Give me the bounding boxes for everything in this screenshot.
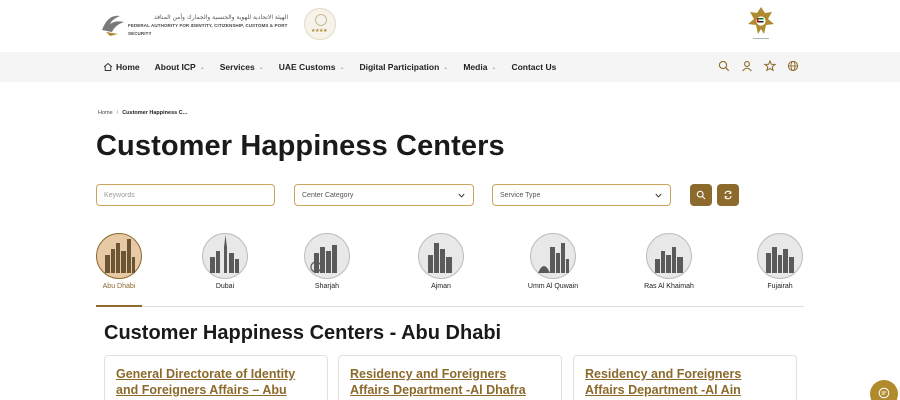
refresh-icon xyxy=(724,190,732,200)
brand-name-english: FEDERAL AUTHORITY FOR IDENTITY, CITIZENS… xyxy=(128,23,288,36)
brand-name: الهيئة الاتحادية للهوية والجنسية والجمار… xyxy=(128,14,288,38)
keywords-input[interactable] xyxy=(104,191,274,199)
reset-button[interactable] xyxy=(717,184,739,206)
main-nav: Home About ICP ⌄ Services ⌄ UAE Customs … xyxy=(0,52,900,82)
city-label: Ras Al Khaimah xyxy=(644,283,694,290)
brand-name-arabic: الهيئة الاتحادية للهوية والجنسية والجمار… xyxy=(154,14,288,21)
home-icon xyxy=(103,62,113,71)
city-tab-sharjah[interactable]: Sharjah xyxy=(287,233,367,290)
keywords-field xyxy=(96,184,275,206)
chevron-down-icon xyxy=(458,193,465,198)
globe-icon[interactable] xyxy=(787,60,799,72)
search-icon[interactable] xyxy=(718,60,730,72)
nav-item-label: About ICP xyxy=(154,62,196,72)
dubai-skyline-icon xyxy=(202,233,248,279)
chevron-down-icon: ⌄ xyxy=(258,64,264,71)
center-category-value: Center Category xyxy=(302,191,354,199)
page-title: Customer Happiness Centers xyxy=(96,130,505,162)
star-icon[interactable] xyxy=(764,60,776,72)
center-card-title-line: Residency and Foreigners xyxy=(585,367,742,381)
nav-item-label: Services xyxy=(219,62,255,72)
nav-item-about-icp[interactable]: About ICP ⌄ xyxy=(155,62,205,72)
city-tab-ajman[interactable]: Ajman xyxy=(401,233,481,290)
center-card-title-line: Residency and Foreigners xyxy=(350,367,507,381)
city-label: Dubai xyxy=(215,283,235,290)
city-tab-abu-dhabi[interactable]: Abu Dhabi xyxy=(79,233,159,290)
ajman-skyline-icon xyxy=(418,233,464,279)
chevron-down-icon: ⌄ xyxy=(339,64,345,71)
fujairah-skyline-icon xyxy=(757,233,803,279)
service-type-value: Service Type xyxy=(500,191,541,199)
nav-item-media[interactable]: Media ⌄ xyxy=(463,62,496,72)
rating-badge: ★★★★ xyxy=(304,8,336,40)
center-card-title[interactable]: Residency and Foreigners Affairs Departm… xyxy=(350,366,550,398)
breadcrumb-separator: / xyxy=(116,110,119,116)
breadcrumb-home[interactable]: Home xyxy=(98,110,113,116)
city-label: Fujairah xyxy=(767,283,793,290)
center-card-title-line: General Directorate of Identity xyxy=(116,367,296,381)
chevron-down-icon: ⌄ xyxy=(491,64,497,71)
uae-emblem-icon xyxy=(748,7,774,39)
chat-icon xyxy=(878,387,890,399)
center-card-title-line: and Foreigners Affairs – Abu xyxy=(116,383,287,397)
search-button[interactable] xyxy=(690,184,712,206)
nav-item-label: Home xyxy=(116,62,140,72)
umm-al-quwain-skyline-icon xyxy=(530,233,576,279)
city-tab-ras-al-khaimah[interactable]: Ras Al Khaimah xyxy=(629,233,709,290)
section-title: Customer Happiness Centers - Abu Dhabi xyxy=(104,322,502,344)
brand-bar: الهيئة الاتحادية للهوية والجنسية والجمار… xyxy=(0,0,900,52)
nav-item-label: UAE Customs xyxy=(278,62,336,72)
city-label: Ajman xyxy=(431,283,451,290)
abu-dhabi-skyline-icon xyxy=(96,233,142,279)
center-card-title-line: Affairs Department -Al Dhafra xyxy=(350,383,526,397)
chevron-down-icon xyxy=(655,193,662,198)
city-label: Abu Dhabi xyxy=(102,283,136,290)
nav-item-label: Contact Us xyxy=(511,62,557,72)
center-card-title-line: Affairs Department -Al Ain xyxy=(585,383,741,397)
chat-button[interactable] xyxy=(870,380,898,400)
city-label: Umm Al Quwain xyxy=(527,283,579,290)
center-card[interactable]: Residency and Foreigners Affairs Departm… xyxy=(573,355,797,400)
rating-seal-icon xyxy=(315,14,327,26)
city-tab-dubai[interactable]: Dubai xyxy=(185,233,265,290)
nav-item-label: Media xyxy=(463,62,488,72)
city-tabs: Abu Dhabi Dubai Sharjah Ajman Umm Al Quw… xyxy=(96,233,804,307)
ras-al-khaimah-skyline-icon xyxy=(646,233,692,279)
nav-item-digital-participation[interactable]: Digital Participation ⌄ xyxy=(359,62,448,72)
active-tab-indicator xyxy=(96,305,142,307)
breadcrumb: Home / Customer Happiness C... xyxy=(98,110,187,116)
center-card-title[interactable]: Residency and Foreigners Affairs Departm… xyxy=(585,366,785,398)
falcon-logo-icon[interactable] xyxy=(98,10,128,38)
city-label: Sharjah xyxy=(314,283,340,290)
center-category-select[interactable]: Center Category xyxy=(294,184,474,206)
rating-stars: ★★★★ xyxy=(311,28,327,34)
center-card[interactable]: Residency and Foreigners Affairs Departm… xyxy=(338,355,562,400)
sharjah-skyline-icon xyxy=(304,233,350,279)
city-tab-umm-al-quwain[interactable]: Umm Al Quwain xyxy=(513,233,593,290)
page: الهيئة الاتحادية للهوية والجنسية والجمار… xyxy=(0,0,900,400)
center-card-title[interactable]: General Directorate of Identity and Fore… xyxy=(116,366,316,398)
service-type-select[interactable]: Service Type xyxy=(492,184,671,206)
chevron-down-icon: ⌄ xyxy=(443,64,449,71)
center-card[interactable]: General Directorate of Identity and Fore… xyxy=(104,355,328,400)
nav-tools xyxy=(718,60,799,72)
city-tab-fujairah[interactable]: Fujairah xyxy=(740,233,820,290)
nav-item-services[interactable]: Services ⌄ xyxy=(220,62,264,72)
chevron-down-icon: ⌄ xyxy=(199,64,205,71)
nav-items: Home About ICP ⌄ Services ⌄ UAE Customs … xyxy=(103,52,571,82)
search-icon xyxy=(696,190,706,200)
user-icon[interactable] xyxy=(741,60,753,72)
nav-item-contact-us[interactable]: Contact Us xyxy=(511,62,556,72)
nav-item-home[interactable]: Home xyxy=(103,62,140,72)
nav-item-uae-customs[interactable]: UAE Customs ⌄ xyxy=(279,62,345,72)
nav-item-label: Digital Participation xyxy=(359,62,440,72)
breadcrumb-current: Customer Happiness C... xyxy=(122,110,188,116)
